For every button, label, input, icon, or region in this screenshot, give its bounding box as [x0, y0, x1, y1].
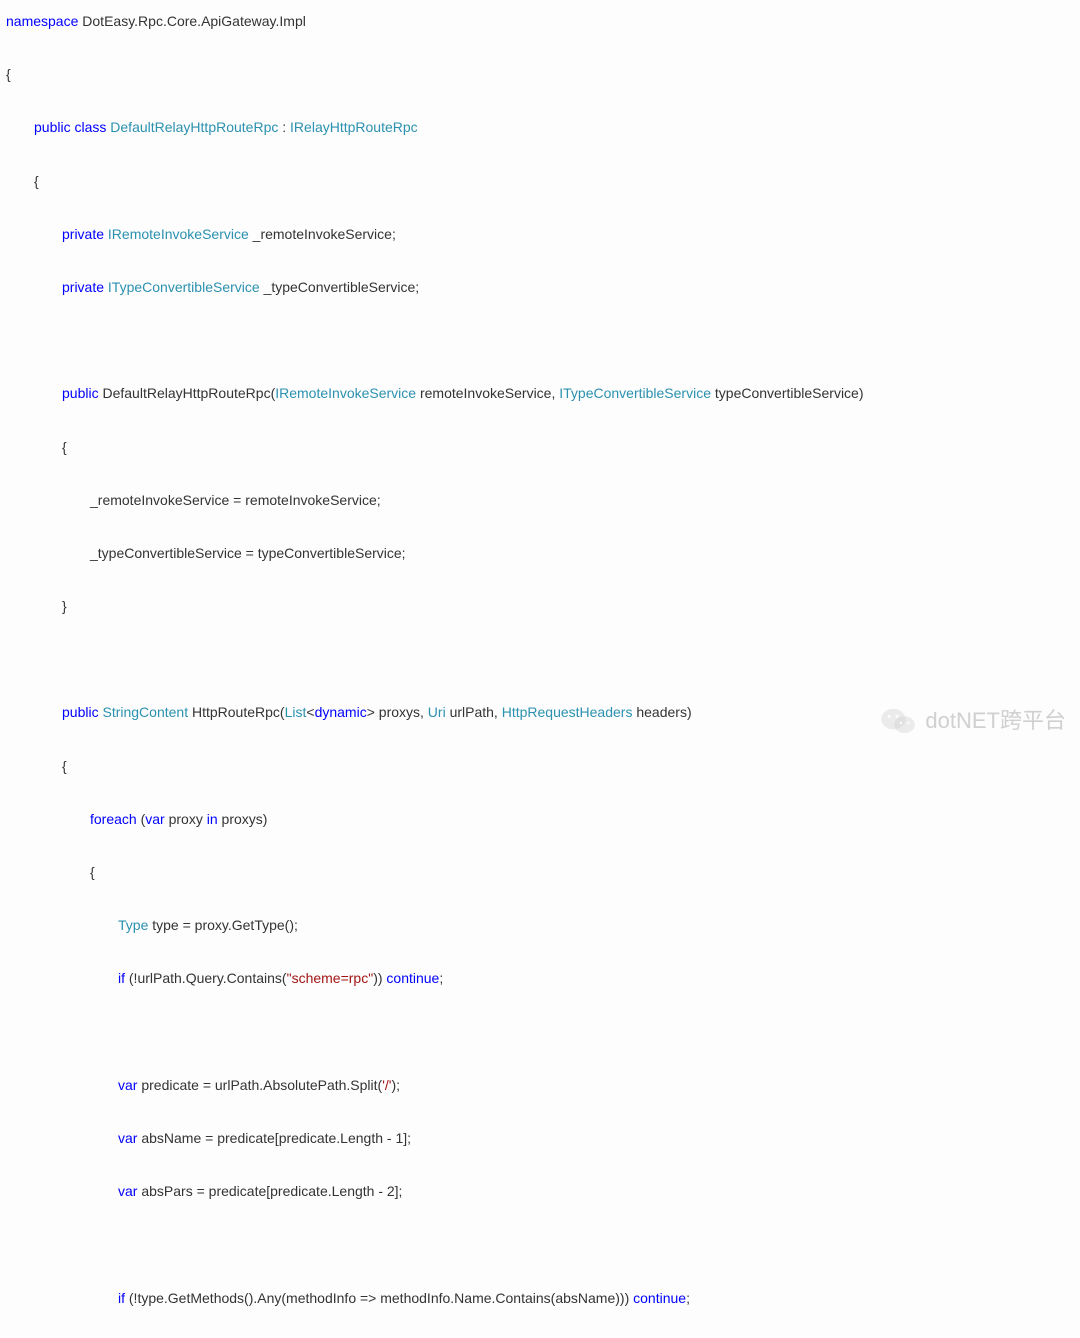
param: remoteInvokeService, [416, 385, 559, 401]
keyword-if: if [118, 970, 125, 986]
type-name: StringContent [102, 704, 188, 720]
type-name: List [285, 704, 307, 720]
loop-src: proxys) [218, 811, 268, 827]
keyword-continue: continue [386, 970, 439, 986]
angle-close: > [367, 704, 375, 720]
type-name: ITypeConvertibleService [108, 279, 260, 295]
field-name: _typeConvertibleService; [264, 279, 420, 295]
keyword-var: var [118, 1183, 137, 1199]
colon: : [278, 119, 290, 135]
params: urlPath, [446, 704, 502, 720]
stmt: ); [391, 1077, 400, 1093]
stmt: _typeConvertibleService = typeConvertibl… [90, 545, 406, 561]
type-name: IRemoteInvokeService [275, 385, 416, 401]
keyword-var: var [118, 1077, 137, 1093]
brace-open: { [6, 66, 11, 82]
class-name: DefaultRelayHttpRouteRpc [110, 119, 278, 135]
keyword-var: var [118, 1130, 137, 1146]
type-name: Type [118, 917, 148, 933]
keyword-if: if [118, 1290, 125, 1306]
string-literal: "scheme=rpc" [287, 970, 374, 986]
ctor-name: DefaultRelayHttpRouteRpc( [102, 385, 275, 401]
brace-close: } [62, 598, 67, 614]
keyword-private: private [62, 279, 104, 295]
keyword-namespace: namespace [6, 13, 78, 29]
brace-open: { [34, 173, 39, 189]
keyword-public: public [62, 385, 99, 401]
semicolon: ; [439, 970, 443, 986]
expr: )) [373, 970, 386, 986]
keyword-class: class [74, 119, 106, 135]
stmt: _remoteInvokeService = remoteInvokeServi… [90, 492, 381, 508]
keyword-continue: continue [633, 1290, 686, 1306]
params: proxys, [375, 704, 428, 720]
interface-name: IRelayHttpRouteRpc [290, 119, 418, 135]
keyword-foreach: foreach [90, 811, 137, 827]
keyword-private: private [62, 226, 104, 242]
brace-open: { [62, 758, 67, 774]
namespace-name: DotEasy.Rpc.Core.ApiGateway.Impl [82, 13, 306, 29]
type-name: ITypeConvertibleService [559, 385, 711, 401]
angle-open: < [306, 704, 314, 720]
semicolon: ; [686, 1290, 690, 1306]
keyword-public: public [62, 704, 99, 720]
stmt: type = proxy.GetType(); [148, 917, 298, 933]
keyword-var: var [145, 811, 164, 827]
paren: ( [137, 811, 146, 827]
params: headers) [632, 704, 691, 720]
expr: (!urlPath.Query.Contains( [125, 970, 287, 986]
param: typeConvertibleService) [711, 385, 864, 401]
keyword-public: public [34, 119, 71, 135]
code-block: namespace DotEasy.Rpc.Core.ApiGateway.Im… [6, 8, 1080, 1338]
type-name: Uri [428, 704, 446, 720]
field-name: _remoteInvokeService; [253, 226, 396, 242]
type-name: IRemoteInvokeService [108, 226, 249, 242]
stmt: absPars = predicate[predicate.Length - 2… [137, 1183, 402, 1199]
keyword-in: in [207, 811, 218, 827]
brace-open: { [62, 439, 67, 455]
loop-var: proxy [165, 811, 207, 827]
expr: (!type.GetMethods().Any(methodInfo => me… [125, 1290, 633, 1306]
stmt: absName = predicate[predicate.Length - 1… [137, 1130, 411, 1146]
method-name: HttpRouteRpc( [188, 704, 284, 720]
keyword-dynamic: dynamic [315, 704, 367, 720]
char-literal: '/' [382, 1077, 391, 1093]
type-name: HttpRequestHeaders [502, 704, 633, 720]
brace-open: { [90, 864, 95, 880]
stmt: predicate = urlPath.AbsolutePath.Split( [137, 1077, 382, 1093]
